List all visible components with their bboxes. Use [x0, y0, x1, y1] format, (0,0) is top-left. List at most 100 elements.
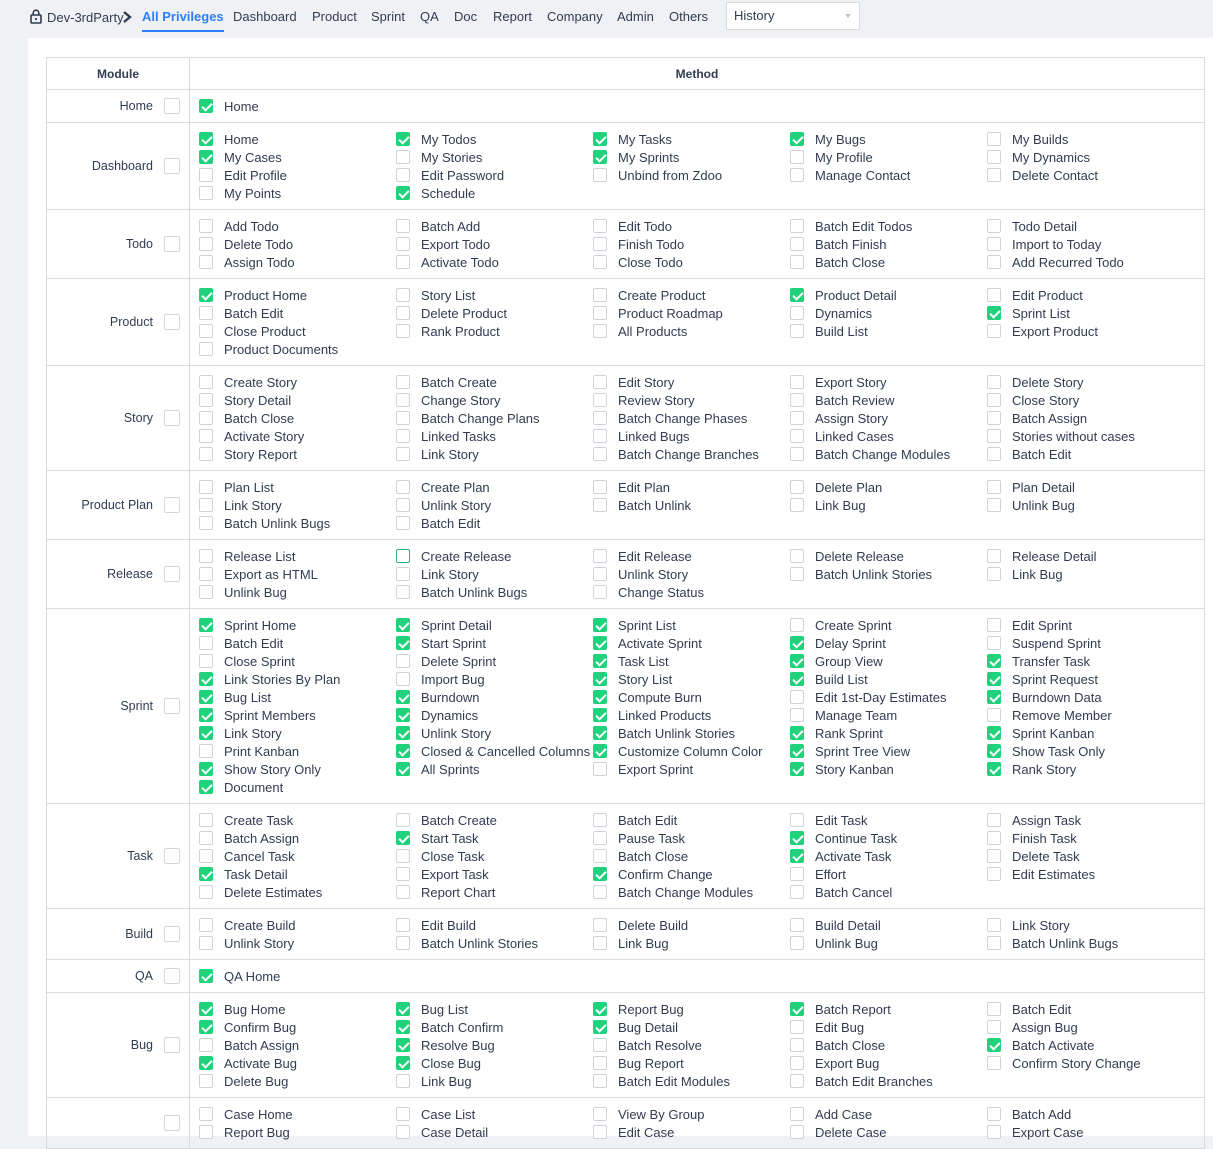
- privilege-item[interactable]: Group View: [790, 652, 987, 670]
- checkbox-unchecked[interactable]: [987, 918, 1001, 932]
- privilege-item[interactable]: Case Home: [199, 1105, 396, 1123]
- privilege-item[interactable]: Link Story: [987, 916, 1184, 934]
- checkbox-unchecked[interactable]: [987, 813, 1001, 827]
- privilege-item[interactable]: Edit Product: [987, 286, 1184, 304]
- checkbox-unchecked[interactable]: [199, 480, 213, 494]
- privilege-item[interactable]: Home: [199, 97, 396, 115]
- privilege-item[interactable]: Batch Edit: [199, 304, 396, 322]
- privilege-item[interactable]: Case Detail: [396, 1123, 593, 1141]
- privilege-item[interactable]: Batch Confirm: [396, 1018, 593, 1036]
- privilege-item[interactable]: Edit Task: [790, 811, 987, 829]
- privilege-item[interactable]: Close Product: [199, 322, 396, 340]
- module-select-all-checkbox[interactable]: [164, 410, 180, 426]
- privilege-item[interactable]: Linked Tasks: [396, 427, 593, 445]
- checkbox-unchecked[interactable]: [396, 867, 410, 881]
- checkbox-unchecked[interactable]: [987, 237, 1001, 251]
- checkbox-unchecked[interactable]: [199, 654, 213, 668]
- privilege-item[interactable]: Dynamics: [396, 706, 593, 724]
- privilege-item[interactable]: Linked Products: [593, 706, 790, 724]
- checkbox-unchecked[interactable]: [199, 831, 213, 845]
- checkbox-checked[interactable]: [593, 636, 607, 650]
- privilege-item[interactable]: Batch Resolve: [593, 1036, 790, 1054]
- checkbox-checked[interactable]: [199, 99, 213, 113]
- privilege-item[interactable]: Batch Edit: [593, 811, 790, 829]
- privilege-item[interactable]: Batch Assign: [199, 1036, 396, 1054]
- privilege-item[interactable]: Start Task: [396, 829, 593, 847]
- privilege-item[interactable]: Activate Story: [199, 427, 396, 445]
- privilege-item[interactable]: Link Bug: [593, 934, 790, 952]
- checkbox-unchecked[interactable]: [199, 342, 213, 356]
- privilege-item[interactable]: My Stories: [396, 148, 593, 166]
- privilege-item[interactable]: Delete Task: [987, 847, 1184, 865]
- privilege-item[interactable]: Delete Sprint: [396, 652, 593, 670]
- checkbox-checked[interactable]: [396, 1056, 410, 1070]
- privilege-item[interactable]: Create Story: [199, 373, 396, 391]
- checkbox-unchecked[interactable]: [987, 1002, 1001, 1016]
- checkbox-unchecked[interactable]: [987, 549, 1001, 563]
- checkbox-unchecked[interactable]: [396, 255, 410, 269]
- checkbox-unchecked[interactable]: [199, 516, 213, 530]
- privilege-item[interactable]: Confirm Story Change: [987, 1054, 1184, 1072]
- privilege-item[interactable]: Delete Plan: [790, 478, 987, 496]
- checkbox-checked[interactable]: [987, 1038, 1001, 1052]
- privilege-item[interactable]: Rank Sprint: [790, 724, 987, 742]
- privilege-item[interactable]: Batch Unlink Stories: [790, 565, 987, 583]
- checkbox-checked[interactable]: [987, 762, 1001, 776]
- privilege-item[interactable]: Bug Home: [199, 1000, 396, 1018]
- checkbox-unchecked[interactable]: [396, 567, 410, 581]
- checkbox-unchecked[interactable]: [199, 429, 213, 443]
- privilege-item[interactable]: Linked Cases: [790, 427, 987, 445]
- privilege-item[interactable]: Batch Edit: [987, 1000, 1184, 1018]
- checkbox-unchecked[interactable]: [790, 429, 804, 443]
- privilege-item[interactable]: Batch Edit: [396, 514, 593, 532]
- privilege-item[interactable]: Unlink Story: [199, 934, 396, 952]
- privilege-item[interactable]: Batch Add: [396, 217, 593, 235]
- checkbox-checked[interactable]: [987, 306, 1001, 320]
- checkbox-unchecked[interactable]: [396, 375, 410, 389]
- privilege-item[interactable]: Edit Story: [593, 373, 790, 391]
- checkbox-checked[interactable]: [593, 690, 607, 704]
- checkbox-checked[interactable]: [593, 150, 607, 164]
- checkbox-checked[interactable]: [593, 654, 607, 668]
- privilege-item[interactable]: Report Bug: [593, 1000, 790, 1018]
- privilege-item[interactable]: Story List: [396, 286, 593, 304]
- checkbox-unchecked[interactable]: [396, 393, 410, 407]
- privilege-item[interactable]: Batch Unlink Stories: [593, 724, 790, 742]
- privilege-item[interactable]: Batch Assign: [987, 409, 1184, 427]
- privilege-item[interactable]: Close Todo: [593, 253, 790, 271]
- privilege-item[interactable]: My Tasks: [593, 130, 790, 148]
- privilege-item[interactable]: Unlink Story: [396, 496, 593, 514]
- checkbox-checked[interactable]: [396, 636, 410, 650]
- checkbox-unchecked[interactable]: [987, 849, 1001, 863]
- privilege-item[interactable]: View By Group: [593, 1105, 790, 1123]
- checkbox-unchecked[interactable]: [790, 567, 804, 581]
- privilege-item[interactable]: Delete Build: [593, 916, 790, 934]
- module-select-all-checkbox[interactable]: [164, 848, 180, 864]
- checkbox-unchecked[interactable]: [987, 324, 1001, 338]
- checkbox-checked[interactable]: [199, 618, 213, 632]
- tab-product[interactable]: Product: [312, 0, 357, 34]
- privilege-item[interactable]: Release Detail: [987, 547, 1184, 565]
- module-select-all-checkbox[interactable]: [164, 1115, 180, 1131]
- checkbox-checked[interactable]: [396, 831, 410, 845]
- privilege-item[interactable]: Export Todo: [396, 235, 593, 253]
- checkbox-unchecked[interactable]: [396, 1074, 410, 1088]
- privilege-item[interactable]: Cancel Task: [199, 847, 396, 865]
- tab-qa[interactable]: QA: [420, 0, 439, 34]
- privilege-item[interactable]: Edit Estimates: [987, 865, 1184, 883]
- privilege-item[interactable]: Plan Detail: [987, 478, 1184, 496]
- privilege-item[interactable]: Export Task: [396, 865, 593, 883]
- checkbox-checked[interactable]: [396, 1020, 410, 1034]
- checkbox-unchecked[interactable]: [593, 831, 607, 845]
- checkbox-unchecked[interactable]: [199, 447, 213, 461]
- privilege-item[interactable]: Closed & Cancelled Columns: [396, 742, 593, 760]
- checkbox-unchecked[interactable]: [987, 831, 1001, 845]
- privilege-item[interactable]: Unbind from Zdoo: [593, 166, 790, 184]
- privilege-item[interactable]: Activate Todo: [396, 253, 593, 271]
- privilege-item[interactable]: Unlink Bug: [987, 496, 1184, 514]
- privilege-item[interactable]: Link Story: [199, 496, 396, 514]
- checkbox-unchecked[interactable]: [396, 306, 410, 320]
- privilege-item[interactable]: Rank Product: [396, 322, 593, 340]
- checkbox-unchecked[interactable]: [199, 1125, 213, 1139]
- checkbox-unchecked[interactable]: [790, 219, 804, 233]
